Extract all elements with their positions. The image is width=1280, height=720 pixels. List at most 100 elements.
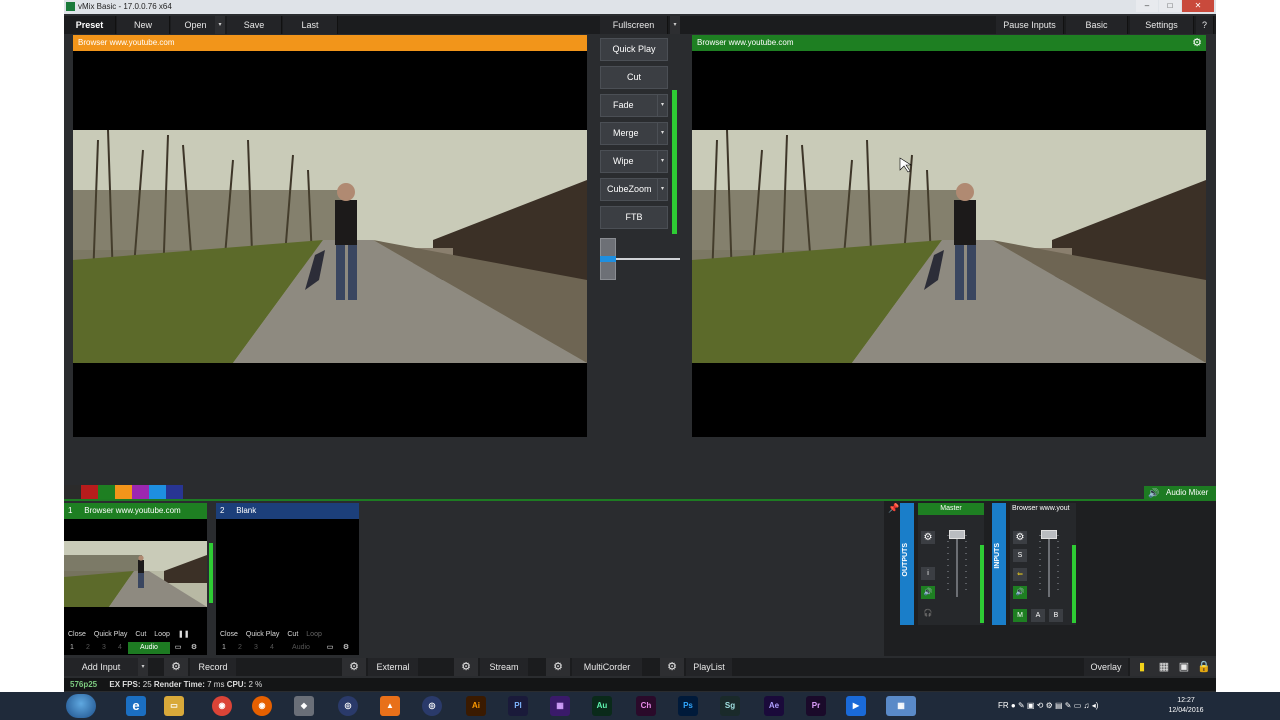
firefox-icon[interactable]: ◉ — [252, 696, 272, 716]
internet-explorer-icon[interactable]: e — [126, 696, 146, 716]
open-button[interactable]: Open — [171, 16, 221, 34]
playlist-gear-icon[interactable]: ⚙ — [660, 658, 684, 676]
last-button[interactable]: Last — [283, 16, 338, 34]
file-explorer-icon[interactable]: ▭ — [164, 696, 184, 716]
chrome-icon[interactable]: ◉ — [212, 696, 232, 716]
master-speaker-icon[interactable]: 🔊 — [921, 586, 935, 599]
a-bus-button[interactable]: A — [1031, 609, 1045, 622]
color-swatch-purple[interactable] — [132, 485, 149, 499]
master-fader-knob[interactable] — [949, 530, 965, 539]
output-window[interactable] — [692, 51, 1206, 437]
browser-speaker-icon[interactable]: 🔊 — [1013, 586, 1027, 599]
merge-dropdown-arrow[interactable]: ▾ — [657, 123, 667, 144]
open-dropdown-arrow[interactable]: ▾ — [215, 16, 225, 34]
external-gear-icon[interactable]: ⚙ — [342, 658, 366, 676]
clock[interactable]: 12:27 12/04/2016 — [1156, 696, 1216, 716]
b-bus-button[interactable]: B — [1049, 609, 1063, 622]
browser-fader-knob[interactable] — [1041, 530, 1057, 539]
m-bus-button[interactable]: M — [1013, 609, 1027, 622]
premiere-icon[interactable]: Pr — [806, 696, 826, 716]
master-info-button[interactable]: i — [921, 567, 935, 580]
quick-play-button[interactable]: Quick Play — [600, 38, 668, 61]
media-encoder-icon[interactable]: ▦ — [550, 696, 570, 716]
input-1-audio-button[interactable]: Audio — [128, 642, 170, 654]
levels-icon[interactable]: ▮ — [1130, 658, 1154, 676]
input-1-overlay-4[interactable]: 4 — [112, 642, 128, 654]
pin-icon[interactable]: 📌 — [888, 503, 899, 514]
overlay-button[interactable]: Overlay — [1084, 658, 1128, 676]
illustrator-icon[interactable]: Ai — [466, 696, 486, 716]
app-icon-circle-2[interactable]: ◎ — [422, 696, 442, 716]
color-swatch-navy[interactable] — [166, 485, 183, 499]
input-2-overlay-3[interactable]: 3 — [248, 642, 264, 654]
new-button[interactable]: New — [117, 16, 170, 34]
input-2-cut-button[interactable]: Cut — [283, 629, 302, 641]
input-1-overlay-3[interactable]: 3 — [96, 642, 112, 654]
input-2-overlay-1[interactable]: 1 — [216, 642, 232, 654]
help-button[interactable]: ? — [1196, 16, 1214, 34]
input-1-overlay-1[interactable]: 1 — [64, 642, 80, 654]
stream-button[interactable]: Stream — [480, 658, 528, 676]
output-settings-gear-icon[interactable]: ⚙ — [1192, 37, 1202, 49]
input-2-overlay-2[interactable]: 2 — [232, 642, 248, 654]
prelude-icon[interactable]: Pl — [508, 696, 528, 716]
after-effects-icon[interactable]: Ae — [764, 696, 784, 716]
input-2-header[interactable]: 2 Blank — [216, 503, 359, 519]
app-icon-generic[interactable]: ◆ — [294, 696, 314, 716]
start-button[interactable] — [66, 694, 96, 718]
cubezoom-dropdown-arrow[interactable]: ▾ — [657, 179, 667, 200]
close-window-button[interactable]: ✕ — [1182, 0, 1214, 12]
input-1-monitor-icon[interactable]: ▭ — [170, 642, 186, 654]
input-2-quick-play-button[interactable]: Quick Play — [242, 629, 283, 641]
input-1-loop-button[interactable]: Loop — [150, 629, 174, 641]
preset-button[interactable]: Preset — [64, 16, 116, 34]
input-1-pause-icon[interactable]: ❚❚ — [174, 629, 194, 641]
input-1-gear-icon[interactable]: ⚙ — [186, 642, 202, 654]
input-1-close-button[interactable]: Close — [64, 629, 90, 641]
minimize-button[interactable]: – — [1136, 0, 1158, 12]
settings-button[interactable]: Settings — [1130, 16, 1194, 34]
outputs-tab[interactable]: OUTPUTS — [900, 503, 914, 625]
multicorder-gear-icon[interactable]: ⚙ — [546, 658, 570, 676]
external-button[interactable]: External — [368, 658, 418, 676]
wipe-dropdown-arrow[interactable]: ▾ — [657, 151, 667, 172]
headphones-icon[interactable]: 🎧 — [921, 607, 935, 620]
save-button[interactable]: Save — [227, 16, 282, 34]
fade-button[interactable]: Fade ▾ — [600, 94, 668, 117]
media-player-icon[interactable]: ▶ — [846, 696, 866, 716]
maximize-button[interactable]: □ — [1159, 0, 1181, 12]
fade-dropdown-arrow[interactable]: ▾ — [657, 95, 667, 116]
input-2-monitor-icon[interactable]: ▭ — [322, 642, 338, 654]
color-swatch-green[interactable] — [98, 485, 115, 499]
vmix-taskbar-icon[interactable]: ▦ — [886, 696, 916, 716]
add-input-button[interactable]: Add Input — [64, 658, 138, 676]
input-1-cut-button[interactable]: Cut — [131, 629, 150, 641]
record-button[interactable]: Record — [190, 658, 236, 676]
input-1-thumbnail[interactable] — [64, 541, 207, 607]
cut-button[interactable]: Cut — [600, 66, 668, 89]
browser-gear-icon[interactable]: ⚙ — [1013, 531, 1027, 544]
color-swatch-orange[interactable] — [115, 485, 132, 499]
add-input-dropdown-arrow[interactable]: ▾ — [138, 658, 148, 676]
stream-gear-icon[interactable]: ⚙ — [454, 658, 478, 676]
fullscreen-dropdown-arrow[interactable]: ▾ — [670, 16, 680, 34]
input-2-overlay-4[interactable]: 4 — [264, 642, 280, 654]
input-2-audio-button[interactable]: Audio — [280, 642, 322, 654]
basic-button[interactable]: Basic — [1066, 16, 1128, 34]
input-1-tile[interactable]: 1 Browser www.youtube.com Close Quick Pl… — [64, 503, 207, 655]
input-2-loop-button[interactable]: Loop — [302, 629, 326, 641]
playlist-button[interactable]: PlayList — [686, 658, 732, 676]
audio-mixer-toggle[interactable]: 🔊 Audio Mixer — [1144, 486, 1216, 500]
character-animator-icon[interactable]: Ch — [636, 696, 656, 716]
app-icon-circle[interactable]: ◎ — [338, 696, 358, 716]
ftb-button[interactable]: FTB — [600, 206, 668, 229]
color-swatch-dark[interactable] — [64, 485, 81, 499]
photoshop-icon[interactable]: Ps — [678, 696, 698, 716]
record-gear-icon[interactable]: ⚙ — [164, 658, 188, 676]
solo-button[interactable]: S — [1013, 549, 1027, 562]
fullscreen-button[interactable]: Fullscreen — [600, 16, 668, 34]
vlc-icon[interactable]: ▲ — [380, 696, 400, 716]
inputs-tab[interactable]: INPUTS — [992, 503, 1006, 625]
multicorder-button[interactable]: MultiCorder — [572, 658, 642, 676]
cubezoom-button[interactable]: CubeZoom ▾ — [600, 178, 668, 201]
